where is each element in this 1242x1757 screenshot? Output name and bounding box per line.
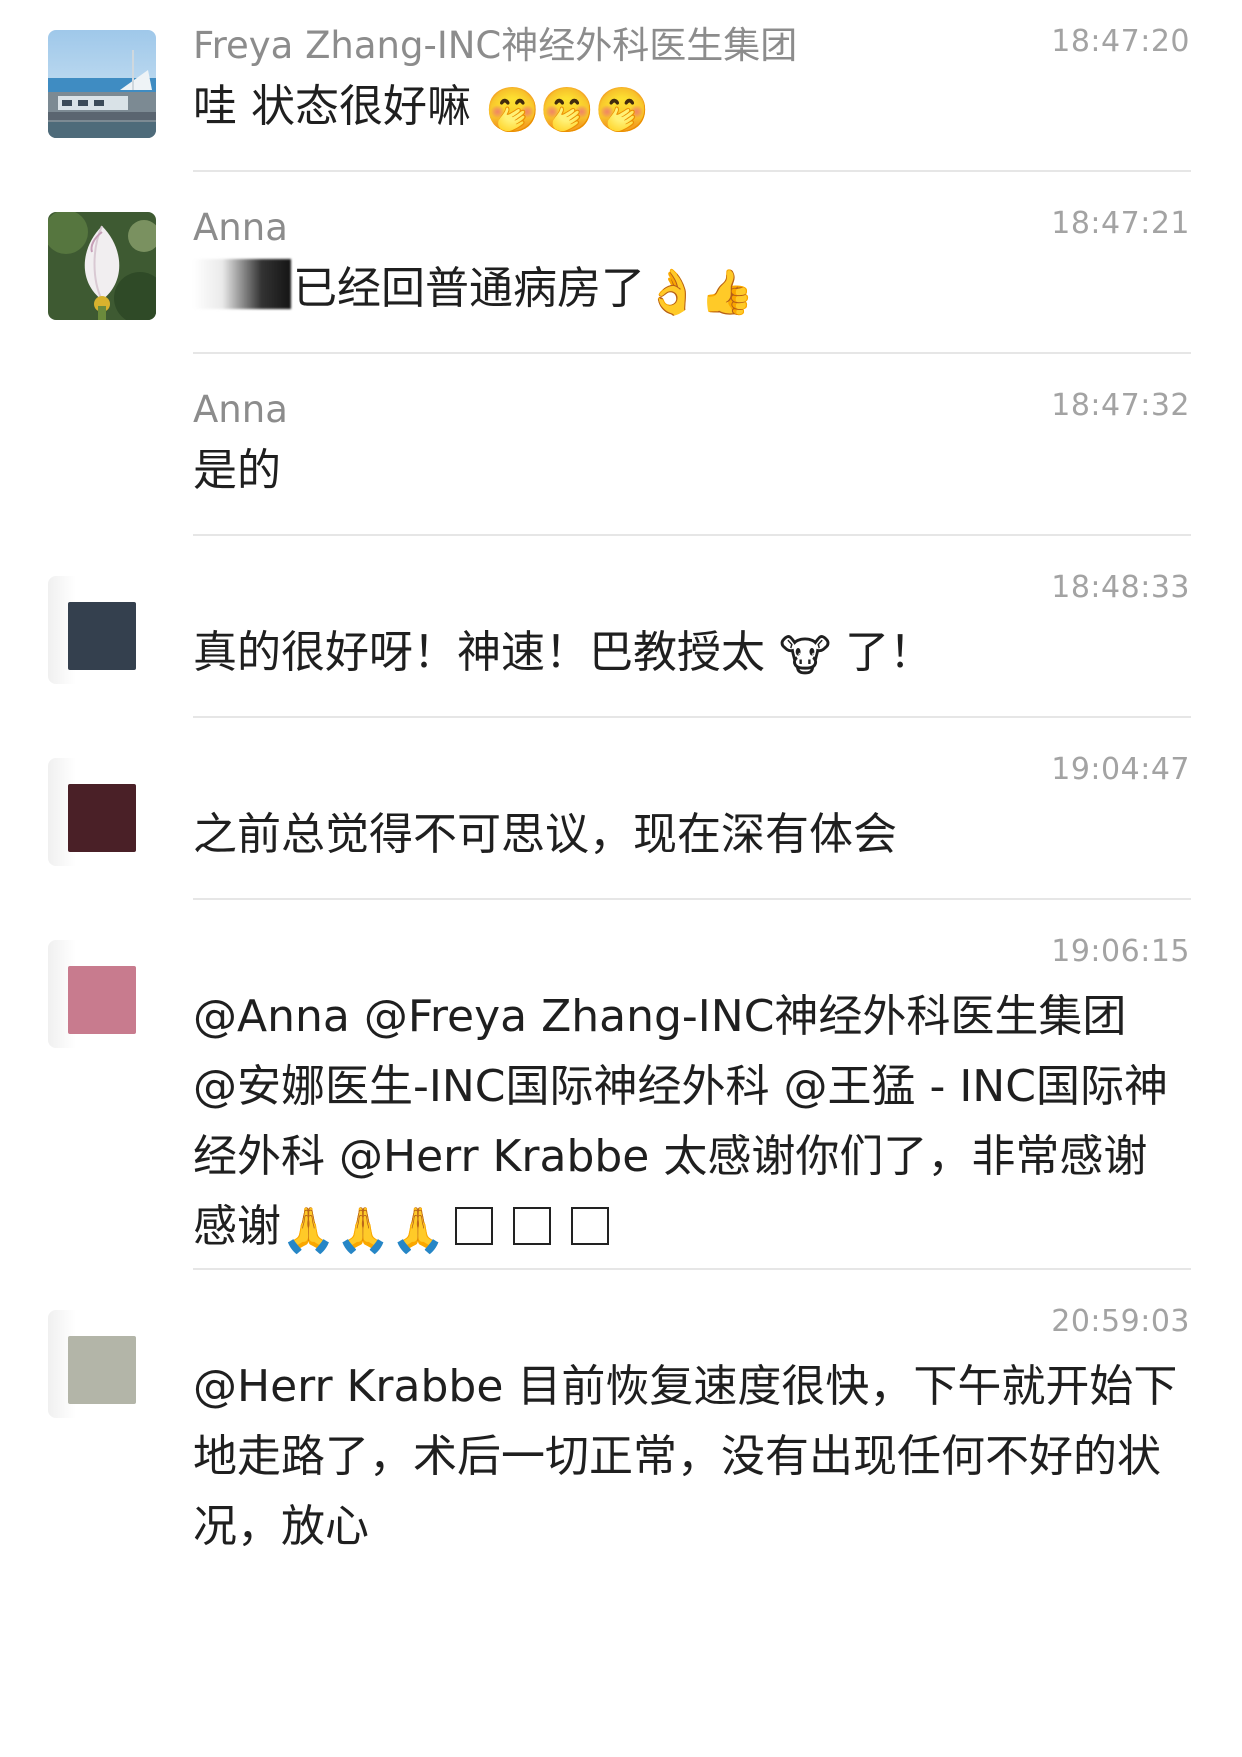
sender-name: Freya Zhang-INC神经外科医生集团 bbox=[193, 24, 798, 67]
avatar[interactable] bbox=[48, 576, 156, 684]
message-text-content: @Herr Krabbe 目前恢复速度很快，下午就开始下地走路了，术后一切正常，… bbox=[193, 1361, 1178, 1552]
folded-hands-emoji: 🙏 bbox=[390, 1205, 446, 1256]
hand-over-mouth-emoji: 🤭 bbox=[539, 85, 595, 136]
message-timestamp: 18:47:32 bbox=[1051, 388, 1190, 423]
avatar-swatch bbox=[68, 1336, 136, 1404]
message-text-content: 已经回普通病房了 bbox=[293, 263, 645, 314]
sender-name: Anna bbox=[193, 388, 288, 431]
avatar-swatch bbox=[68, 966, 136, 1034]
message-divider bbox=[193, 898, 1191, 900]
message-divider bbox=[193, 716, 1191, 718]
avatar[interactable] bbox=[48, 212, 156, 320]
message-timestamp: 18:48:33 bbox=[1051, 570, 1190, 605]
message-text-content: 真的很好呀！神速！巴教授太 bbox=[193, 627, 765, 678]
lotus-bud-avatar bbox=[48, 212, 156, 320]
ok-hand-emoji: 👌 bbox=[645, 267, 700, 318]
message-text-content: 是的 bbox=[193, 445, 281, 496]
avatar-swatch bbox=[68, 784, 136, 852]
message-text: 之前总觉得不可思议，现在深有体会 bbox=[193, 800, 1178, 870]
thumbs-up-emoji: 👍 bbox=[699, 267, 755, 318]
message-divider bbox=[193, 534, 1191, 536]
avatar[interactable] bbox=[48, 1310, 156, 1418]
message-divider bbox=[193, 170, 1191, 172]
message-timestamp: 18:47:20 bbox=[1051, 24, 1190, 59]
message-text: @Anna @Freya Zhang-INC神经外科医生集团 @安娜医生-INC… bbox=[193, 982, 1178, 1262]
hand-over-mouth-emoji: 🤭 bbox=[594, 85, 650, 136]
missing-glyph-box-icon bbox=[571, 1207, 610, 1245]
message-text-content: 了！ bbox=[831, 627, 934, 678]
message-text: 是的 bbox=[193, 436, 1178, 506]
message-timestamp: 18:47:21 bbox=[1051, 206, 1190, 241]
message-divider bbox=[193, 352, 1191, 354]
message-text: 真的很好呀！神速！巴教授太 🐮 了！ bbox=[193, 618, 1178, 688]
message-text: 已经回普通病房了👌👍 bbox=[193, 254, 1178, 324]
avatar[interactable] bbox=[48, 758, 156, 866]
chat-message-list: Freya Zhang-INC神经外科医生集团 18:47:20 哇 状态很好嘛… bbox=[0, 0, 1242, 1757]
message-text-content: 之前总觉得不可思议，现在深有体会 bbox=[193, 809, 897, 860]
message-timestamp: 19:06:15 bbox=[1051, 934, 1190, 969]
message-timestamp: 19:04:47 bbox=[1051, 752, 1190, 787]
harbor-photo-avatar bbox=[48, 30, 156, 138]
avatar[interactable] bbox=[48, 30, 156, 138]
message-text: @Herr Krabbe 目前恢复速度很快，下午就开始下地走路了，术后一切正常，… bbox=[193, 1352, 1178, 1562]
avatar[interactable] bbox=[48, 940, 156, 1048]
cow-face-emoji: 🐮 bbox=[779, 631, 832, 682]
missing-glyph-box-icon bbox=[455, 1207, 494, 1245]
redacted-text-blur bbox=[193, 259, 291, 309]
hand-over-mouth-emoji: 🤭 bbox=[485, 85, 540, 136]
message-divider bbox=[193, 1268, 1191, 1270]
message-text: 哇 状态很好嘛 🤭🤭🤭 bbox=[193, 72, 1178, 142]
missing-glyph-box-icon bbox=[513, 1207, 552, 1245]
sender-name: Anna bbox=[193, 206, 288, 249]
avatar-swatch bbox=[68, 602, 136, 670]
message-timestamp: 20:59:03 bbox=[1051, 1304, 1190, 1339]
folded-hands-emoji: 🙏 bbox=[281, 1205, 336, 1256]
folded-hands-emoji: 🙏 bbox=[335, 1205, 391, 1256]
message-text-content: 哇 状态很好嘛 bbox=[193, 81, 471, 132]
